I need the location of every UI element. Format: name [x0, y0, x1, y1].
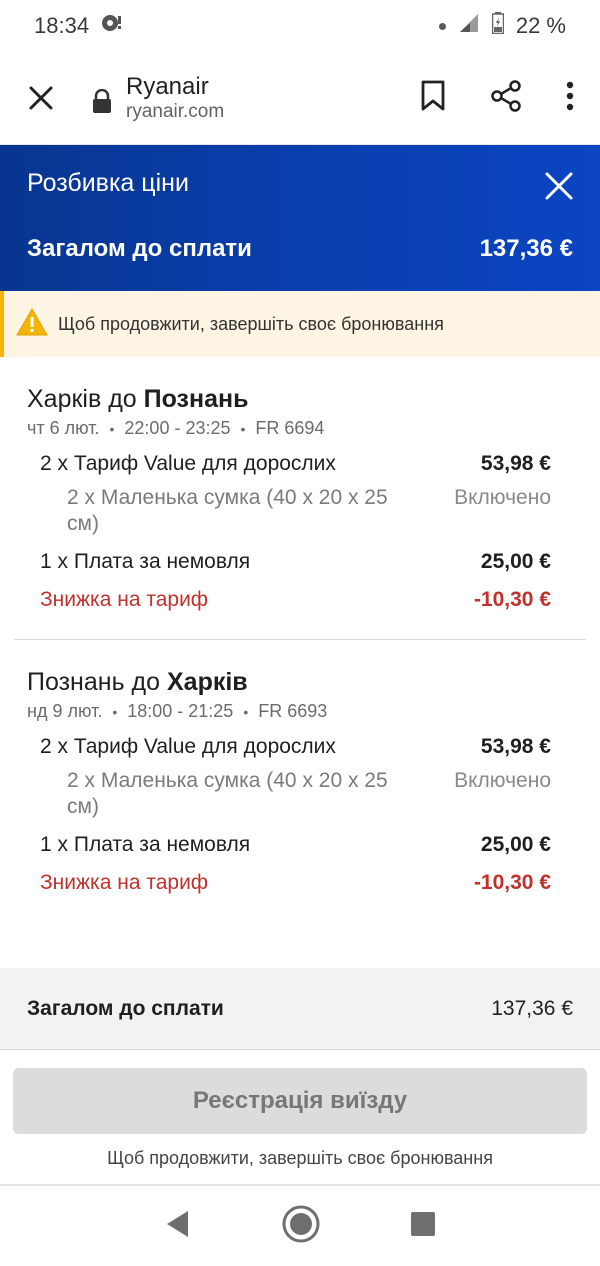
signal-icon — [458, 13, 480, 39]
warning-banner: Щоб продовжити, завершіть своє бронюванн… — [0, 291, 600, 357]
site-info[interactable]: Ryanair ryanair.com — [126, 73, 224, 122]
discount-label: Знижка на тариф — [40, 588, 209, 611]
flight-date: нд 9 лют. — [27, 701, 103, 721]
infant-value: 25,00 € — [480, 833, 551, 856]
bag-value: Включено — [454, 486, 551, 509]
recents-nav-icon[interactable] — [410, 1211, 436, 1242]
summary-total-value: 137,36 € — [491, 996, 573, 1020]
flight-number: FR 6693 — [258, 701, 328, 721]
discount-value: -10,30 € — [473, 871, 551, 894]
status-time: 18:34 — [34, 13, 90, 38]
notification-icon — [101, 13, 123, 39]
system-nav-bar — [0, 1186, 600, 1266]
battery-icon — [491, 12, 505, 40]
checkin-button[interactable]: Реєстрація виїзду — [13, 1068, 587, 1134]
infant-value: 25,00 € — [480, 550, 551, 573]
price-breakdown-header: Розбивка ціни Загалом до сплати 137,36 € — [0, 145, 600, 291]
site-name: Ryanair — [126, 73, 209, 101]
summary-total-label: Загалом до сплати — [27, 996, 224, 1020]
warning-icon — [16, 307, 48, 341]
discount-value: -10,30 € — [473, 588, 551, 611]
discount-label: Знижка на тариф — [40, 871, 209, 894]
discount-row: Знижка на тариф -10,30 € — [40, 870, 551, 896]
site-url: ryanair.com — [126, 100, 225, 122]
bag-label: 2 x Маленька сумка (40 x 20 x 25 см) — [67, 486, 388, 535]
battery-percent: 22 % — [515, 13, 566, 38]
lock-icon — [90, 83, 114, 113]
close-breakdown-icon[interactable] — [544, 171, 574, 201]
bag-row: 2 x Маленька сумка (40 x 20 x 25 см) Вкл… — [67, 485, 551, 537]
header-total-row: Загалом до сплати 137,36 € — [27, 235, 573, 263]
fare-value: 53,98 € — [480, 735, 551, 758]
flight-route: Познань до Харків — [27, 668, 248, 696]
fare-label: 2 x Тариф Value для дорослих — [40, 735, 336, 758]
infant-label: 1 x Плата за немовля — [40, 833, 251, 856]
warning-text: Щоб продовжити, завершіть своє бронюванн… — [58, 313, 444, 334]
infant-label: 1 x Плата за немовля — [40, 550, 251, 573]
infant-row: 1 x Плата за немовля 25,00 € — [40, 549, 551, 575]
fare-label: 2 x Тариф Value для дорослих — [40, 452, 336, 475]
flight-number: FR 6694 — [255, 418, 325, 438]
fare-row: 2 x Тариф Value для дорослих 53,98 € — [40, 451, 551, 477]
status-dot-icon — [438, 22, 446, 30]
header-total-label: Загалом до сплати — [27, 235, 252, 262]
more-menu-icon[interactable] — [566, 81, 574, 116]
browser-toolbar: Ryanair ryanair.com — [0, 52, 600, 145]
infant-row: 1 x Плата за немовля 25,00 € — [40, 832, 551, 858]
bag-row: 2 x Маленька сумка (40 x 20 x 25 см) Вкл… — [67, 768, 551, 820]
header-total-value: 137,36 € — [479, 235, 573, 262]
fare-row: 2 x Тариф Value для дорослих 53,98 € — [40, 734, 551, 760]
flight-return: Познань до Харків нд 9 лют. • 18:00 - 21… — [0, 640, 600, 896]
flight-time: 18:00 - 21:25 — [127, 701, 234, 721]
discount-row: Знижка на тариф -10,30 € — [40, 587, 551, 613]
close-tab-icon[interactable] — [24, 81, 58, 115]
bookmark-icon[interactable] — [420, 80, 446, 117]
bag-label: 2 x Маленька сумка (40 x 20 x 25 см) — [67, 769, 388, 818]
flight-date: чт 6 лют. — [27, 418, 100, 438]
home-nav-icon[interactable] — [281, 1204, 321, 1249]
summary-total-row: Загалом до сплати 137,36 € — [0, 968, 600, 1050]
price-breakdown-title: Розбивка ціни — [27, 169, 189, 197]
share-icon[interactable] — [490, 79, 522, 117]
back-nav-icon[interactable] — [164, 1209, 192, 1244]
checkin-note: Щоб продовжити, завершіть своє бронюванн… — [107, 1148, 493, 1168]
flight-outbound: Харків до Познань чт 6 лют. • 22:00 - 23… — [0, 357, 600, 613]
flight-time: 22:00 - 23:25 — [124, 418, 231, 438]
flight-route: Харків до Познань — [27, 385, 249, 413]
flight-meta: нд 9 лют. • 18:00 - 21:25 • FR 6693 — [27, 701, 328, 721]
bag-value: Включено — [454, 769, 551, 792]
status-bar: 18:34 22 % — [0, 0, 600, 52]
fare-value: 53,98 € — [480, 452, 551, 475]
flight-meta: чт 6 лют. • 22:00 - 23:25 • FR 6694 — [27, 418, 325, 438]
